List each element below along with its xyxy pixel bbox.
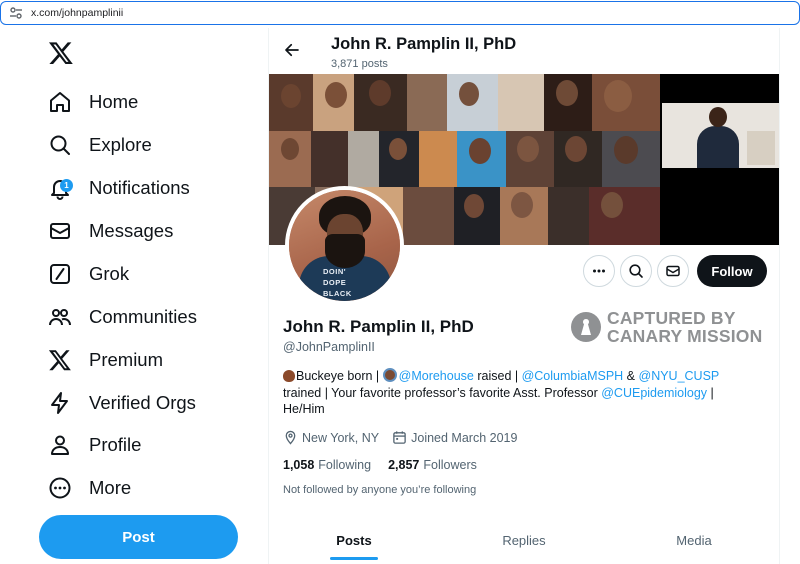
bio-link-morehouse[interactable]: @Morehouse: [399, 369, 474, 383]
envelope-icon: [666, 265, 680, 277]
sidebar-item-label: Explore: [89, 134, 152, 155]
home-icon: [50, 92, 70, 112]
watermark-line1: CAPTURED BY: [607, 308, 736, 328]
profile-bio: Buckeye born | @Morehouse raised | @Colu…: [283, 368, 753, 418]
not-followed-note: Not followed by anyone you’re following: [283, 484, 477, 496]
search-icon: [50, 135, 70, 155]
lightning-icon: [51, 392, 68, 414]
sidebar-item-premium[interactable]: Premium: [48, 342, 163, 378]
x-logo-icon[interactable]: [48, 40, 74, 66]
browser-address-bar: x.com/johnpamplinii: [0, 0, 800, 28]
sidebar-item-home[interactable]: Home: [48, 84, 138, 120]
profile-header-bar: John R. Pamplin II, PhD 3,871 posts: [269, 28, 779, 74]
more-dots-icon: [593, 269, 605, 273]
followers-count: 2,857: [388, 458, 420, 472]
header-posts-count: 3,871 posts: [331, 58, 388, 70]
header-name: John R. Pamplin II, PhD: [331, 35, 517, 53]
followers-label: Followers: [423, 458, 477, 472]
student-emoji-icon: [382, 368, 397, 382]
envelope-icon: [50, 223, 70, 239]
followers-link[interactable]: 2,857 Followers: [388, 458, 477, 472]
sidebar-item-label: More: [89, 477, 132, 498]
tab-posts[interactable]: Posts: [269, 516, 439, 564]
sidebar-item-label: Profile: [89, 434, 142, 455]
url-text: x.com/johnpamplinii: [31, 7, 124, 19]
notification-badge: 1: [60, 179, 73, 192]
sidebar-item-label: Messages: [89, 220, 174, 241]
person-icon: [51, 435, 69, 455]
sidebar-item-label: Communities: [89, 306, 197, 327]
sidebar-item-more[interactable]: More: [48, 470, 131, 506]
buckeye-emoji-icon: [283, 370, 295, 382]
sidebar-item-label: Premium: [89, 349, 164, 370]
avatar-shirt-text: DOIN' DOPE BLACK: [323, 267, 352, 298]
sidebar-item-notifications[interactable]: 1 Notifications: [48, 170, 190, 206]
profile-handle: @JohnPamplinII: [283, 340, 375, 354]
message-button[interactable]: [657, 255, 689, 287]
url-field[interactable]: x.com/johnpamplinii: [0, 1, 800, 25]
calendar-icon: [393, 431, 406, 444]
location-icon: [285, 430, 296, 445]
profile-location: New York, NY: [302, 430, 380, 445]
back-arrow-icon[interactable]: [283, 41, 301, 59]
profile-joined-date: Joined March 2019: [411, 430, 518, 445]
canary-logo-icon: [571, 312, 601, 342]
following-count: 1,058: [283, 458, 315, 472]
canary-mission-watermark: CAPTURED BY CANARY MISSION: [571, 309, 762, 345]
following-label: Following: [318, 458, 372, 472]
x-logo-icon: [48, 350, 71, 371]
bio-link-cuepidemiology[interactable]: @CUEpidemiology: [601, 386, 707, 400]
following-link[interactable]: 1,058 Following: [283, 458, 371, 472]
grok-icon: [50, 264, 70, 284]
post-button[interactable]: Post: [39, 515, 238, 559]
sidebar-item-grok[interactable]: Grok: [48, 256, 129, 292]
more-options-button[interactable]: [583, 255, 615, 287]
sidebar-item-explore[interactable]: Explore: [48, 127, 152, 163]
profile-column: John R. Pamplin II, PhD 3,871 posts DOIN…: [268, 28, 780, 564]
sidebar-item-label: Notifications: [89, 177, 190, 198]
bio-text: Buckeye born |: [296, 369, 383, 383]
bio-text: &: [623, 369, 639, 383]
sidebar-item-verified-orgs[interactable]: Verified Orgs: [48, 385, 196, 421]
sidebar-item-label: Home: [89, 91, 139, 112]
bio-text: raised |: [473, 369, 522, 383]
profile-avatar[interactable]: DOIN' DOPE BLACK: [285, 186, 404, 305]
site-settings-icon[interactable]: [9, 6, 23, 20]
sidebar-item-messages[interactable]: Messages: [48, 213, 173, 249]
bio-link-columbiamsph[interactable]: @ColumbiaMSPH: [522, 369, 624, 383]
sidebar-item-label: Grok: [89, 263, 130, 284]
search-profile-button[interactable]: [620, 255, 652, 287]
search-icon: [629, 264, 643, 278]
sidebar-item-communities[interactable]: Communities: [48, 299, 197, 335]
bio-link-nyu-cusp[interactable]: @NYU_CUSP: [639, 369, 720, 383]
people-icon: [49, 309, 71, 326]
profile-tabs: Posts Replies Media: [269, 516, 779, 564]
sidebar-item-profile[interactable]: Profile: [48, 427, 141, 463]
profile-name: John R. Pamplin II, PhD: [283, 317, 474, 336]
follow-button[interactable]: Follow: [697, 255, 767, 287]
tab-media[interactable]: Media: [609, 516, 779, 564]
profile-meta: New York, NY Joined March 2019: [283, 430, 517, 445]
follow-stats: 1,058 Following 2,857 Followers: [283, 458, 477, 472]
bio-text: trained | Your favorite professor’s favo…: [283, 385, 602, 400]
sidebar: Home Explore 1 Notifications Messages Gr…: [0, 28, 268, 564]
more-circle-icon: [49, 477, 71, 499]
watermark-line2: CANARY MISSION: [607, 326, 763, 346]
sidebar-item-label: Verified Orgs: [89, 392, 196, 413]
tab-replies[interactable]: Replies: [439, 516, 609, 564]
